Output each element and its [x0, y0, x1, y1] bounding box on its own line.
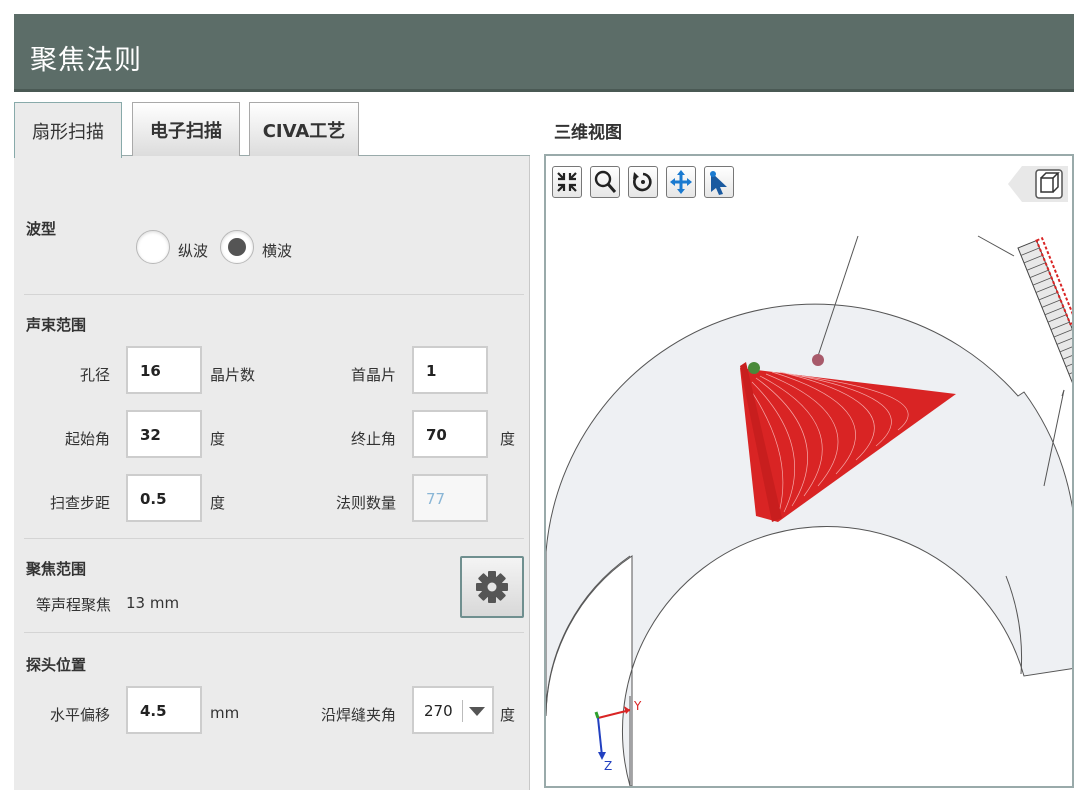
- law-count-label: 法则数量: [335, 494, 396, 512]
- horizontal-offset-input[interactable]: 4.5: [126, 686, 202, 734]
- scan-step-unit: 度: [210, 494, 226, 512]
- weld-angle-select[interactable]: 270: [412, 686, 494, 734]
- longitudinal-wave-label: 纵波: [178, 242, 209, 260]
- shear-wave-label: 横波: [262, 242, 293, 260]
- axis-z-label: Z: [604, 759, 612, 773]
- axis-triad: Y Z: [594, 699, 642, 773]
- aperture-input[interactable]: 16: [126, 346, 202, 394]
- scan-step-input[interactable]: 0.5: [126, 474, 202, 522]
- aperture-unit: 晶片数: [210, 366, 256, 384]
- marker-green: [748, 362, 760, 374]
- tab-strip: 扇形扫描 电子扫描 CIVA工艺: [14, 96, 530, 158]
- settings-panel: 扇形扫描 电子扫描 CIVA工艺 波型 纵波 横波 声束范围 孔径 16 晶片数…: [14, 96, 530, 790]
- divider: [24, 632, 524, 633]
- start-angle-unit: 度: [210, 430, 226, 448]
- divider: [24, 294, 524, 295]
- focus-depth-label: 等声程聚焦: [36, 596, 112, 614]
- view-3d-viewport[interactable]: Y Z: [544, 154, 1074, 788]
- first-element-input[interactable]: 1: [412, 346, 488, 394]
- scan-step-label: 扫查步距: [49, 494, 110, 512]
- axis-y-label: Y: [633, 699, 642, 713]
- wave-type-label: 波型: [26, 220, 57, 238]
- end-angle-input[interactable]: 70: [412, 410, 488, 458]
- view-3d-title: 三维视图: [554, 123, 622, 143]
- horizontal-offset-unit: mm: [210, 704, 240, 722]
- focus-range-label: 聚焦范围: [26, 560, 87, 578]
- tab-sector-scan[interactable]: 扇形扫描: [14, 102, 122, 158]
- start-angle-label: 起始角: [64, 430, 110, 448]
- tab-electronic-scan[interactable]: 电子扫描: [132, 102, 240, 156]
- first-element-label: 首晶片: [350, 366, 396, 384]
- window-title: 聚焦法则: [30, 45, 142, 76]
- horizontal-offset-label: 水平偏移: [49, 706, 110, 724]
- divider: [24, 538, 524, 539]
- shear-wave-radio[interactable]: [220, 230, 254, 264]
- end-angle-unit: 度: [500, 430, 516, 448]
- focus-settings-button[interactable]: [460, 556, 524, 618]
- longitudinal-wave-radio[interactable]: [136, 230, 170, 264]
- chevron-down-icon: [462, 700, 486, 722]
- view-3d-panel: 三维视图 Y Z: [544, 96, 1074, 790]
- scene-canvas: Y Z: [546, 235, 1072, 786]
- beam-range-label: 声束范围: [26, 316, 87, 334]
- law-count-input: 77: [412, 474, 488, 522]
- start-angle-input[interactable]: 32: [126, 410, 202, 458]
- title-bar: 聚焦法则: [14, 14, 1074, 92]
- aperture-label: 孔径: [79, 366, 110, 384]
- probe-position-label: 探头位置: [26, 656, 87, 674]
- weld-angle-unit: 度: [500, 706, 516, 724]
- end-angle-label: 终止角: [350, 430, 396, 448]
- marker-red: [812, 354, 824, 366]
- tab-civa-process[interactable]: CIVA工艺: [249, 102, 359, 156]
- focus-depth-value: 13 mm: [126, 594, 180, 612]
- weld-angle-label: 沿焊缝夹角: [320, 706, 396, 724]
- probe-array: [1017, 236, 1072, 388]
- gear-icon: [476, 571, 508, 603]
- weld-angle-value: 270: [424, 702, 453, 720]
